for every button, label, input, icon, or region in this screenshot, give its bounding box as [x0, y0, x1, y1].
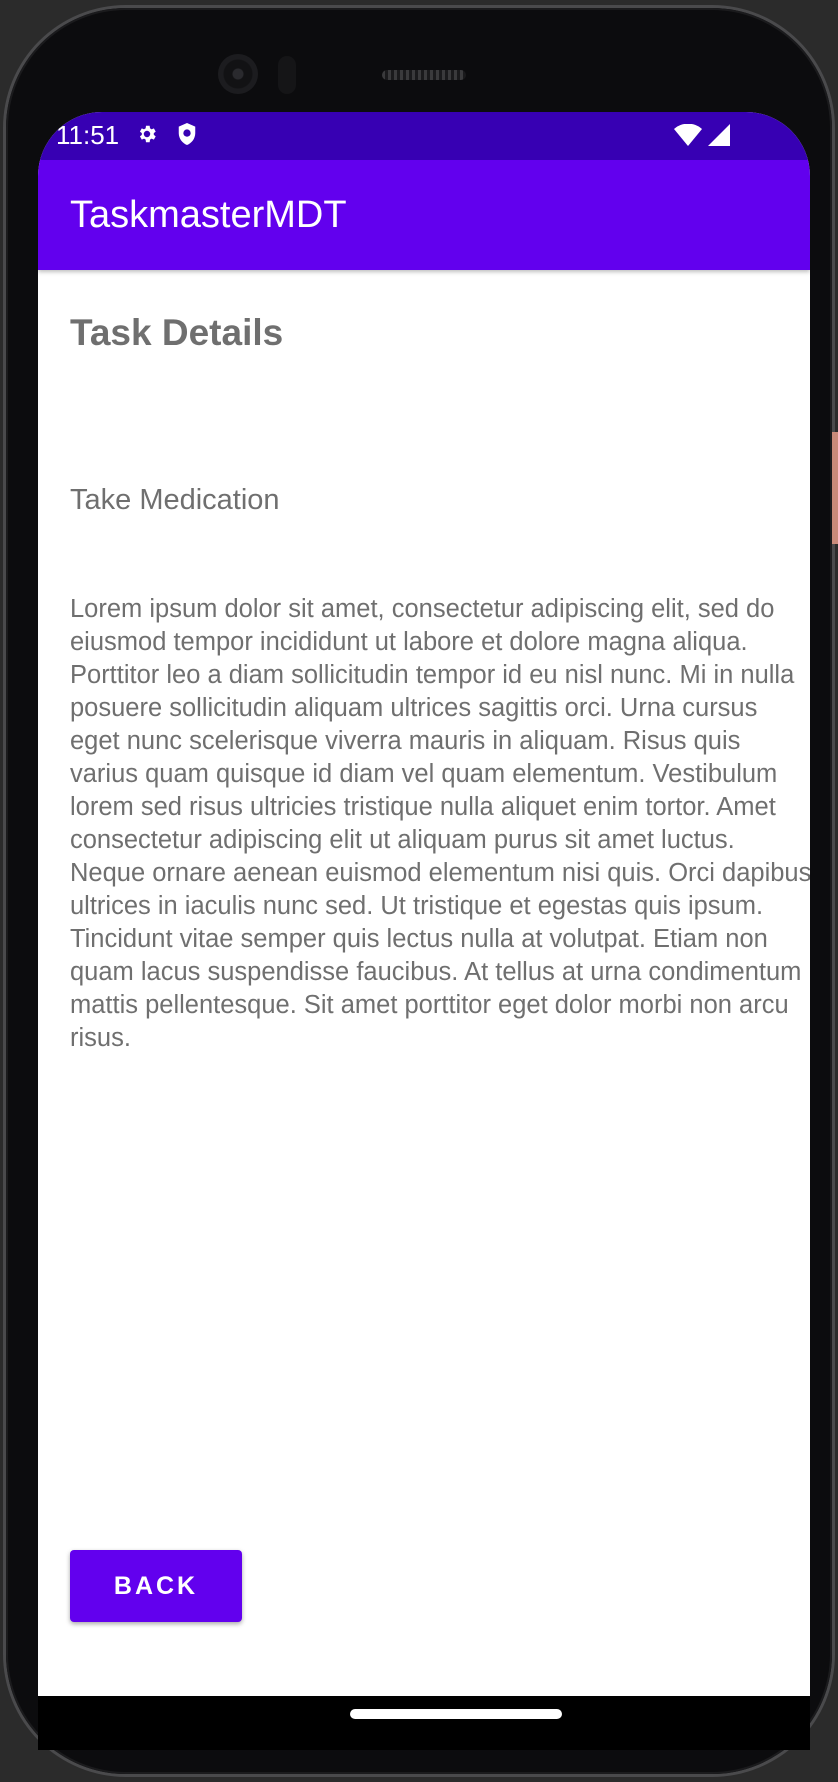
task-description: Lorem ipsum dolor sit amet, consectetur … — [70, 595, 810, 1052]
shield-icon — [176, 122, 198, 151]
app-bar: TaskmasterMDT — [38, 160, 810, 270]
status-bar: 11:51 — [38, 112, 810, 160]
proximity-sensor — [278, 56, 296, 94]
back-button[interactable]: BACK — [70, 1550, 242, 1622]
phone-frame: 11:51 TaskmasterMDT Task Details Take Me… — [6, 8, 832, 1774]
signal-icon — [708, 124, 730, 151]
page-heading: Task Details — [70, 312, 284, 353]
task-details-content: Task Details Take Medication Lorem ipsum… — [38, 312, 810, 1055]
navigation-bar — [38, 1696, 810, 1750]
status-icons-right — [674, 123, 730, 151]
app-title: TaskmasterMDT — [70, 193, 347, 236]
home-indicator[interactable] — [350, 1709, 562, 1719]
earpiece-speaker — [382, 70, 466, 80]
status-time: 11:51 — [56, 120, 120, 150]
front-camera — [218, 54, 258, 94]
gear-icon — [136, 123, 158, 150]
window-edge-marker — [832, 432, 838, 544]
app-screen: 11:51 TaskmasterMDT Task Details Take Me… — [38, 112, 810, 1696]
status-icons-left — [136, 122, 198, 151]
wifi-icon — [674, 123, 702, 151]
task-title: Take Medication — [70, 484, 280, 516]
